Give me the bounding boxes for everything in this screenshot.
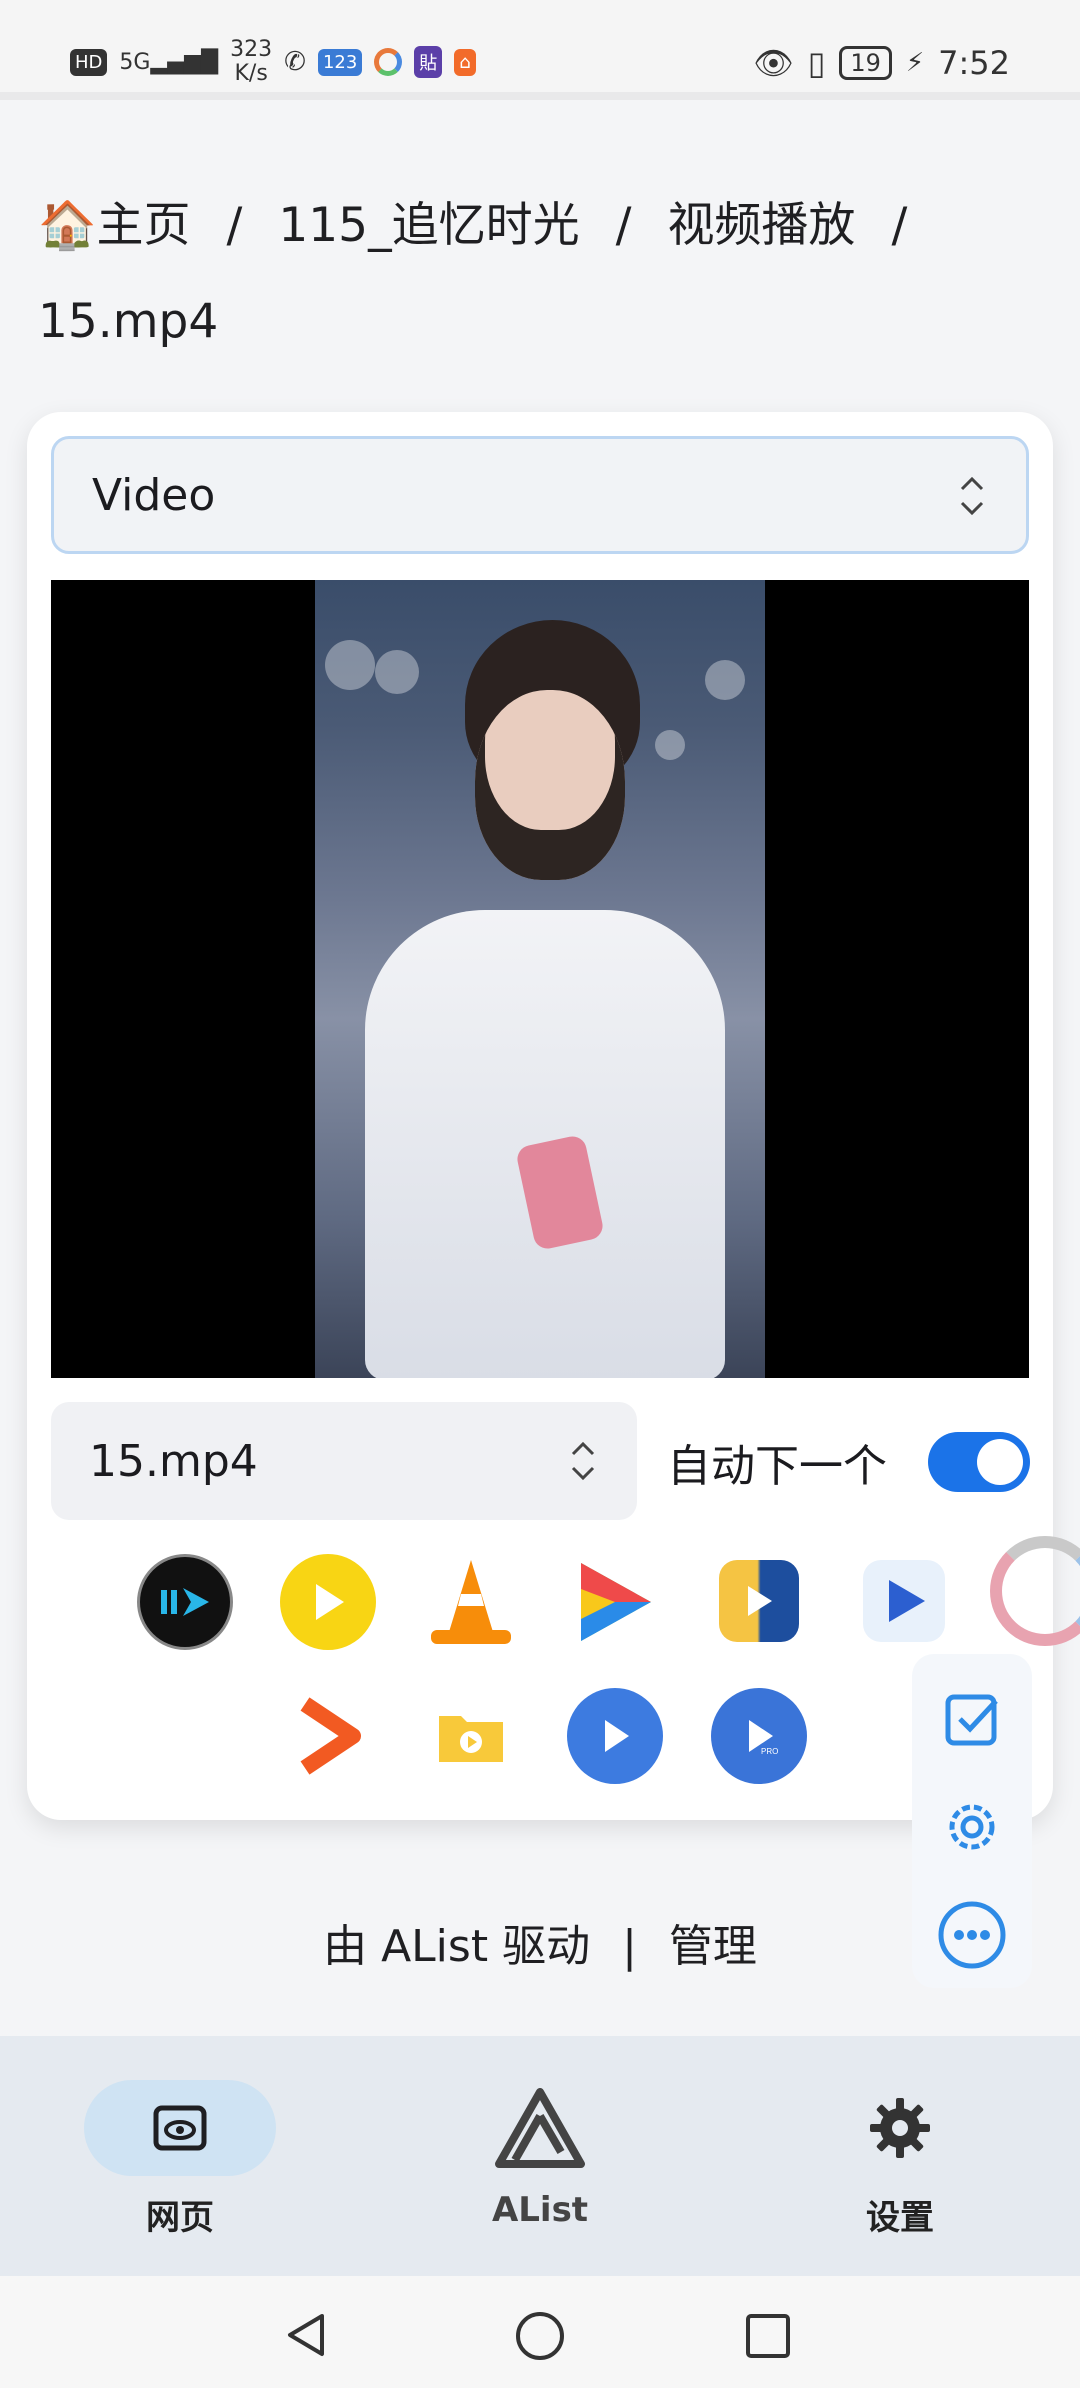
vlc-icon[interactable] (423, 1554, 519, 1650)
vibrate-icon: ▯ (807, 44, 826, 82)
signal-icon: 5G▂▄▆█ (119, 49, 219, 75)
back-icon[interactable] (282, 2310, 332, 2360)
manage-link[interactable]: 管理 (669, 1921, 757, 1972)
footer: 由 AList 驱动 | 管理 (0, 1910, 1080, 1974)
video-frame (315, 580, 765, 1378)
folder-player-icon[interactable] (423, 1688, 519, 1784)
breadcrumb-separator: / (615, 198, 632, 253)
bottom-navigation: 网页 AList 设置 (0, 2036, 1080, 2276)
file-select[interactable]: 15.mp4 (51, 1402, 637, 1520)
omniplayer-icon[interactable] (567, 1688, 663, 1784)
footer-separator: | (622, 1921, 637, 1972)
fileball-icon[interactable] (719, 1560, 799, 1642)
nav-item-settings[interactable]: 设置 (780, 2080, 1020, 2239)
preview-type-select[interactable]: Video (51, 436, 1029, 554)
gear-icon[interactable] (937, 1792, 1007, 1862)
senplayer-icon[interactable] (280, 1688, 376, 1784)
potplayer-icon[interactable] (280, 1554, 376, 1650)
charging-icon: ⚡ (905, 48, 925, 78)
breadcrumb-home[interactable]: 主页 (97, 198, 191, 253)
breadcrumb-separator: / (226, 198, 243, 253)
infuse-icon[interactable] (567, 1554, 663, 1650)
gear-icon (804, 2080, 996, 2176)
nav-label-alist: AList (491, 2190, 589, 2230)
webview-eye-icon (84, 2080, 276, 2176)
home-circle-icon[interactable] (514, 2310, 566, 2362)
battery-indicator: 19 (839, 46, 892, 80)
call-icon: ✆ (284, 47, 306, 77)
breadcrumb-current: 15.mp4 (38, 294, 219, 349)
file-select-value: 15.mp4 (89, 1435, 258, 1487)
checkbox-select-icon[interactable] (937, 1684, 1007, 1754)
nav-item-webpage[interactable]: 网页 (60, 2080, 300, 2239)
nav-label-settings: 设置 (866, 2198, 934, 2238)
breadcrumb-item-folder[interactable]: 115_追忆时光 (278, 198, 579, 253)
breadcrumb: 🏠主页 / 115_追忆时光 / 视频播放 / 15.mp4 (38, 178, 1038, 370)
net-speed: 323 K/s (230, 37, 273, 86)
status-left: HD 5G▂▄▆█ 323 K/s ✆ 123 貼 ⌂ (70, 38, 476, 86)
nav-item-alist[interactable]: AList (420, 2080, 660, 2230)
nplayer-icon[interactable] (863, 1560, 945, 1642)
autonext-label: 自动下一个 (667, 1441, 887, 1492)
hd-badge: HD (70, 48, 108, 76)
home-app-icon: ⌂ (454, 48, 476, 76)
ring-app-icon (374, 48, 403, 76)
preview-card: Video 15.mp4 自动下一个 PRO (27, 412, 1053, 1820)
powered-by-link[interactable]: 由 AList 驱动 (323, 1921, 590, 1972)
mxplayer-pro-icon[interactable]: PRO (711, 1688, 807, 1784)
recents-icon[interactable] (744, 2312, 792, 2360)
clock: 7:52 (938, 44, 1010, 82)
home-icon[interactable]: 🏠 (38, 198, 97, 253)
nav-label-webpage: 网页 (146, 2198, 214, 2238)
autonext-toggle[interactable] (928, 1432, 1030, 1492)
status-bar: HD 5G▂▄▆█ 323 K/s ✆ 123 貼 ⌂ 👁 ▯ 19 ⚡ 7:5… (0, 0, 1080, 100)
svg-text:PRO: PRO (761, 1747, 778, 1756)
video-player[interactable] (51, 580, 1029, 1378)
breadcrumb-item-video[interactable]: 视频播放 (667, 198, 855, 253)
status-right: 👁 ▯ 19 ⚡ 7:52 (753, 44, 1010, 82)
chevron-updown-icon (571, 1441, 595, 1481)
chevron-updown-icon (960, 476, 984, 516)
iina-icon[interactable] (137, 1554, 233, 1650)
breadcrumb-separator: / (891, 198, 908, 253)
app-123-icon: 123 (317, 48, 363, 76)
alist-logo-icon (444, 2080, 636, 2176)
preview-type-value: Video (92, 469, 216, 521)
tieba-icon: 貼 (414, 46, 443, 78)
system-navigation-bar (0, 2276, 1080, 2388)
eye-icon: 👁 (753, 44, 794, 82)
